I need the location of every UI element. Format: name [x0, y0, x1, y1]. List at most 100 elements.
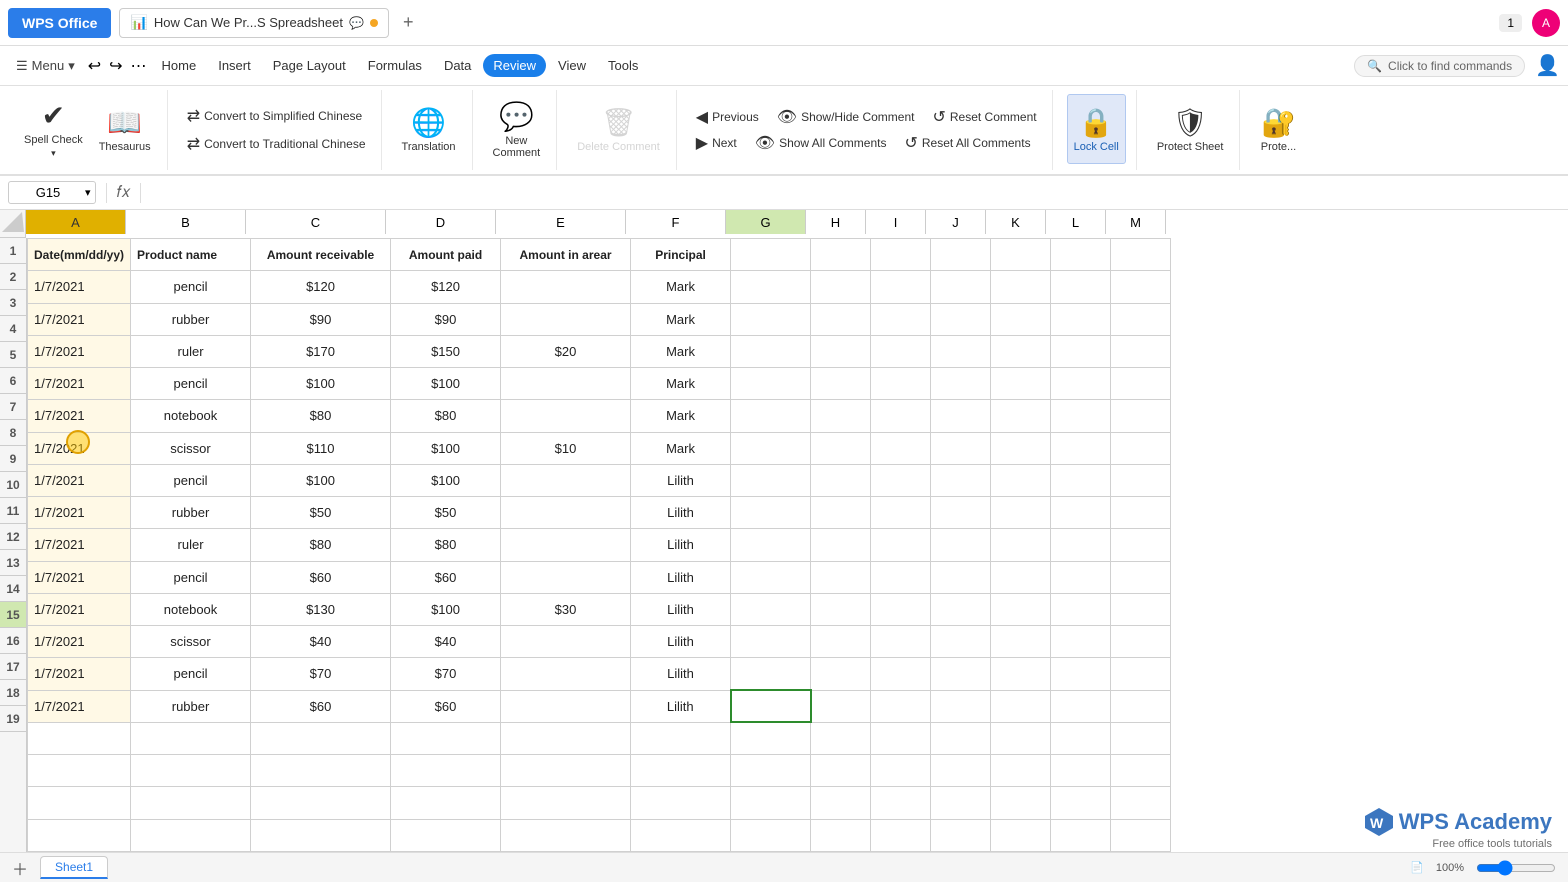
row-header-14[interactable]: 14 [0, 576, 26, 602]
translation-button[interactable]: 🌐 Translation [396, 94, 462, 164]
cell-F18[interactable] [631, 787, 731, 819]
wps-logo-button[interactable]: WPS Office [8, 8, 111, 38]
cell-L18[interactable] [1051, 787, 1111, 819]
cell-A6[interactable]: 1/7/2021 [28, 400, 131, 432]
cell-D6[interactable]: $80 [391, 400, 501, 432]
cell-B8[interactable]: pencil [131, 464, 251, 496]
cell-F8[interactable]: Lilith [631, 464, 731, 496]
cell-I14[interactable] [871, 658, 931, 690]
cell-I3[interactable] [871, 303, 931, 335]
cell-F14[interactable]: Lilith [631, 658, 731, 690]
cell-K15[interactable] [991, 690, 1051, 722]
cell-E9[interactable] [501, 497, 631, 529]
cell-E17[interactable] [501, 755, 631, 787]
cell-K18[interactable] [991, 787, 1051, 819]
cell-E11[interactable] [501, 561, 631, 593]
cell-I18[interactable] [871, 787, 931, 819]
cell-K17[interactable] [991, 755, 1051, 787]
cell-C13[interactable]: $40 [251, 626, 391, 658]
cell-A4[interactable]: 1/7/2021 [28, 335, 131, 367]
row-header-18[interactable]: 18 [0, 680, 26, 706]
cell-F4[interactable]: Mark [631, 335, 731, 367]
cell-J10[interactable] [931, 529, 991, 561]
cell-H16[interactable] [811, 722, 871, 754]
row-header-17[interactable]: 17 [0, 654, 26, 680]
cell-F1[interactable]: Principal [631, 239, 731, 271]
lock-cell-button[interactable]: 🔒 Lock Cell [1067, 94, 1126, 164]
row-header-2[interactable]: 2 [0, 264, 26, 290]
cell-I19[interactable] [871, 819, 931, 852]
menu-toggle-button[interactable]: ☰ Menu ▾ [8, 54, 83, 78]
cell-F3[interactable]: Mark [631, 303, 731, 335]
cell-A19[interactable] [28, 819, 131, 852]
cell-E19[interactable] [501, 819, 631, 852]
cell-L4[interactable] [1051, 335, 1111, 367]
cell-I16[interactable] [871, 722, 931, 754]
cell-B11[interactable]: pencil [131, 561, 251, 593]
col-header-D[interactable]: D [386, 210, 496, 234]
cell-A13[interactable]: 1/7/2021 [28, 626, 131, 658]
formula-input[interactable] [151, 183, 1560, 202]
cell-A5[interactable]: 1/7/2021 [28, 368, 131, 400]
row-header-7[interactable]: 7 [0, 394, 26, 420]
cell-C16[interactable] [251, 722, 391, 754]
cell-B9[interactable]: rubber [131, 497, 251, 529]
cell-M19[interactable] [1111, 819, 1171, 852]
row-header-12[interactable]: 12 [0, 524, 26, 550]
cell-B5[interactable]: pencil [131, 368, 251, 400]
cell-I15[interactable] [871, 690, 931, 722]
cell-F2[interactable]: Mark [631, 271, 731, 303]
cell-J8[interactable] [931, 464, 991, 496]
cell-C15[interactable]: $60 [251, 690, 391, 722]
cell-A15[interactable]: 1/7/2021 [28, 690, 131, 722]
cell-G19[interactable] [731, 819, 811, 852]
cell-L3[interactable] [1051, 303, 1111, 335]
menu-view[interactable]: View [548, 54, 596, 77]
cell-G14[interactable] [731, 658, 811, 690]
cell-J4[interactable] [931, 335, 991, 367]
cell-M10[interactable] [1111, 529, 1171, 561]
cell-C5[interactable]: $100 [251, 368, 391, 400]
cell-D13[interactable]: $40 [391, 626, 501, 658]
cell-G7[interactable] [731, 432, 811, 464]
cell-D17[interactable] [391, 755, 501, 787]
cell-I11[interactable] [871, 561, 931, 593]
add-sheet-button[interactable]: ＋ [12, 856, 28, 880]
cell-K12[interactable] [991, 593, 1051, 625]
cell-D18[interactable] [391, 787, 501, 819]
cell-J19[interactable] [931, 819, 991, 852]
cell-ref-dropdown-icon[interactable]: ▾ [85, 186, 91, 199]
col-header-A[interactable]: A [26, 210, 126, 234]
new-comment-button[interactable]: 💬 NewComment [487, 94, 547, 164]
cell-I8[interactable] [871, 464, 931, 496]
cell-L17[interactable] [1051, 755, 1111, 787]
cell-F12[interactable]: Lilith [631, 593, 731, 625]
cell-H12[interactable] [811, 593, 871, 625]
row-header-10[interactable]: 10 [0, 472, 26, 498]
row-header-8[interactable]: 8 [0, 420, 26, 446]
cell-E16[interactable] [501, 722, 631, 754]
row-header-13[interactable]: 13 [0, 550, 26, 576]
cell-K2[interactable] [991, 271, 1051, 303]
cell-C1[interactable]: Amount receivable [251, 239, 391, 271]
document-tab[interactable]: 📊 How Can We Pr...S Spreadsheet 💬 [119, 8, 388, 38]
cell-K13[interactable] [991, 626, 1051, 658]
cell-G2[interactable] [731, 271, 811, 303]
protect-sheet-button[interactable]: 🛡 Protect Sheet [1151, 94, 1230, 164]
cell-L6[interactable] [1051, 400, 1111, 432]
menu-page-layout[interactable]: Page Layout [263, 54, 356, 77]
cell-M2[interactable] [1111, 271, 1171, 303]
convert-simplified-button[interactable]: ⇄ Convert to Simplified Chinese [182, 104, 371, 128]
cell-I7[interactable] [871, 432, 931, 464]
cell-B14[interactable]: pencil [131, 658, 251, 690]
cell-D1[interactable]: Amount paid [391, 239, 501, 271]
cell-D16[interactable] [391, 722, 501, 754]
cell-G15[interactable] [731, 690, 811, 722]
cell-D4[interactable]: $150 [391, 335, 501, 367]
spell-check-button[interactable]: ✔ Spell Check ▾ [18, 94, 89, 164]
cell-H19[interactable] [811, 819, 871, 852]
cell-M1[interactable] [1111, 239, 1171, 271]
cell-G3[interactable] [731, 303, 811, 335]
cell-E15[interactable] [501, 690, 631, 722]
row-header-1[interactable]: 1 [0, 238, 26, 264]
